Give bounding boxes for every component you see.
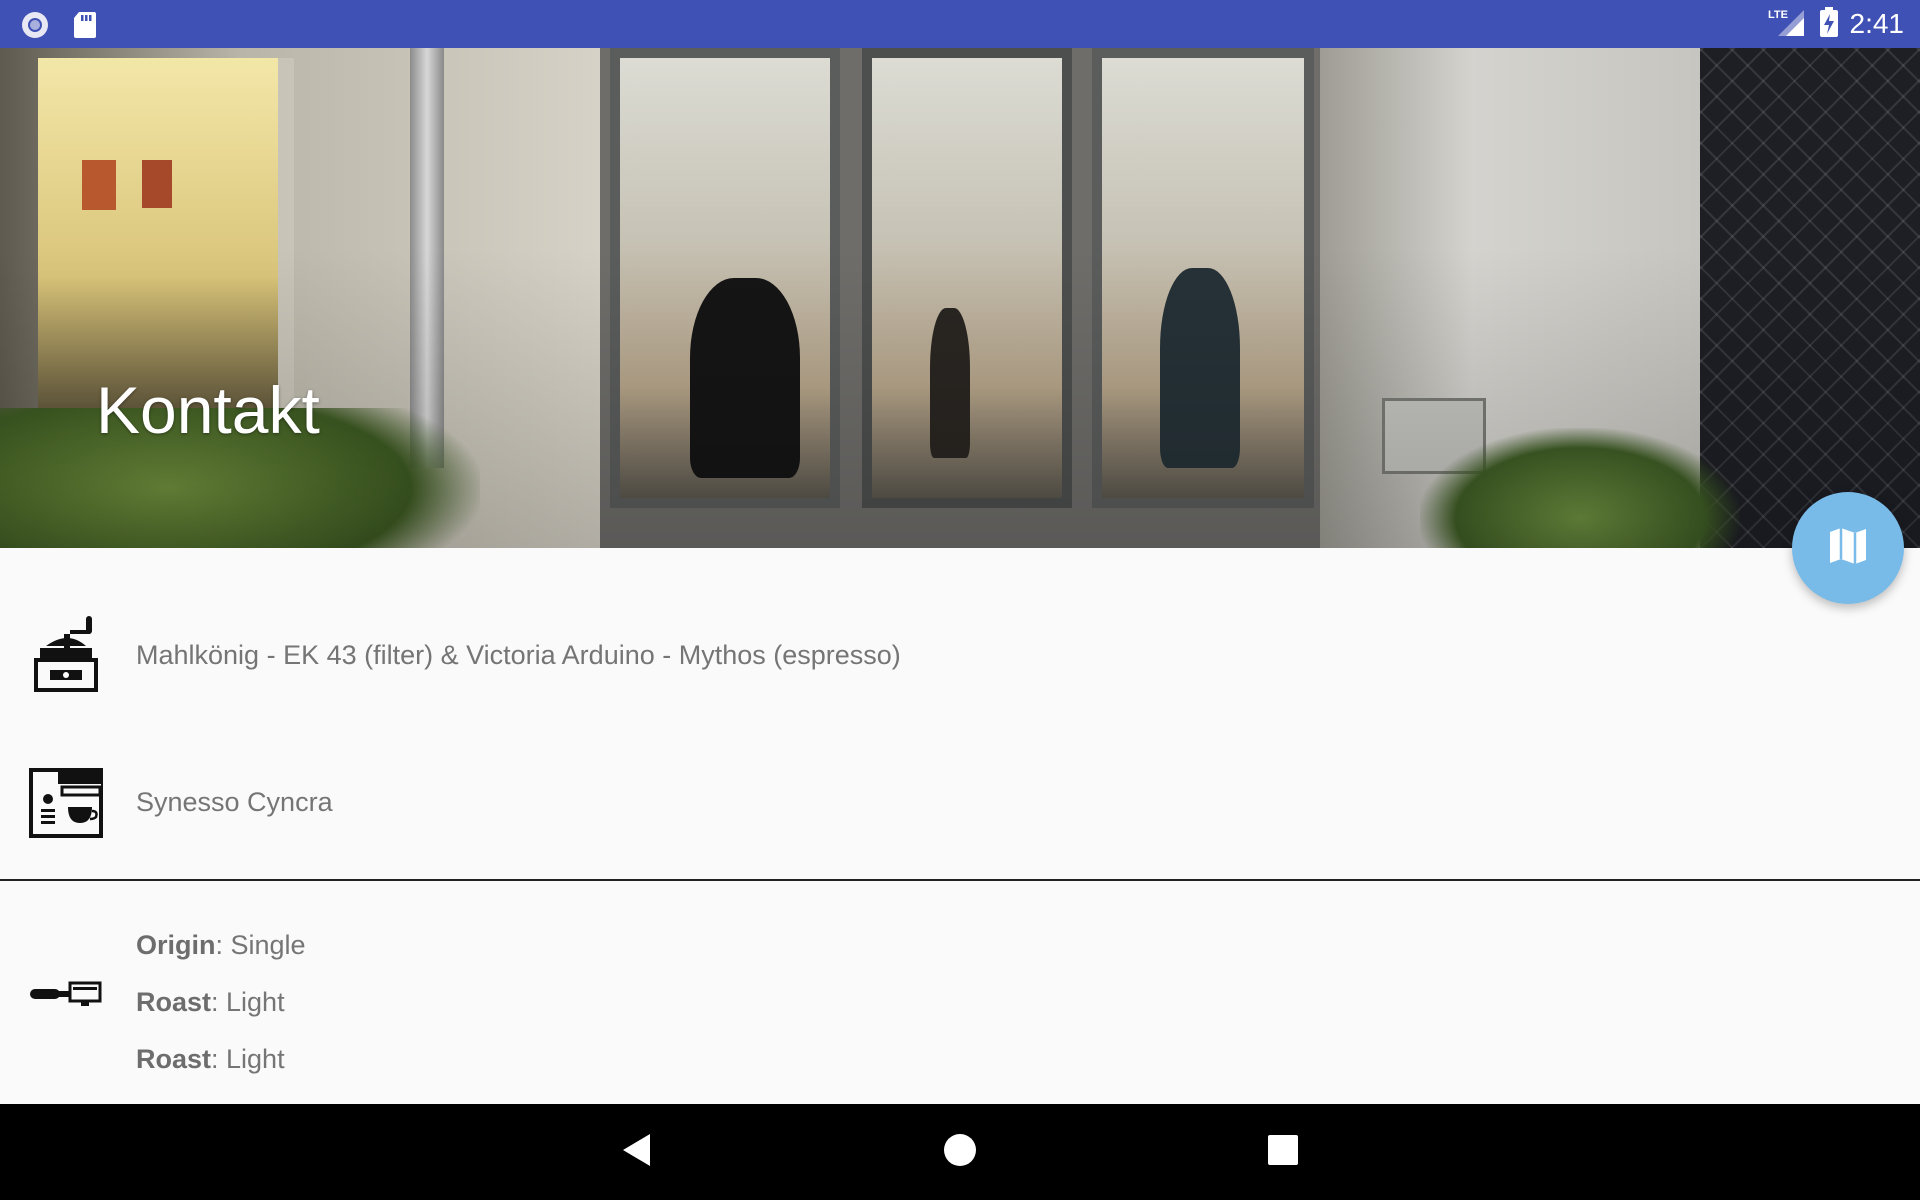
grinder-row: Mahlkönig - EK 43 (filter) & Victoria Ar… [0, 600, 1920, 710]
network-type-label: LTE [1768, 9, 1788, 21]
property-value: : Single [215, 930, 306, 960]
property-label: Roast [136, 987, 212, 1017]
portafilter-icon [28, 980, 104, 1015]
back-icon [620, 1132, 654, 1173]
battery-charging-icon [1818, 6, 1840, 43]
page-title: Kontakt [96, 373, 320, 447]
property-label: Origin [136, 930, 216, 960]
property-value: : Light [211, 1044, 285, 1074]
back-button[interactable] [600, 1104, 674, 1200]
status-bar: LTE 2:41 [0, 0, 1920, 48]
recents-button[interactable] [1246, 1104, 1320, 1200]
clock: 2:41 [1849, 8, 1905, 39]
recents-icon [1267, 1134, 1299, 1171]
assistant-notification-icon [20, 10, 50, 45]
property-line: Roast: Light [136, 1044, 285, 1075]
grinder-text: Mahlkönig - EK 43 (filter) & Victoria Ar… [136, 640, 901, 670]
section-divider [0, 879, 1920, 881]
property-line: Roast: Light [136, 987, 285, 1018]
coffee-grinder-icon [28, 616, 100, 699]
sd-card-icon [72, 10, 98, 45]
machine-row: Synesso Cyncra [0, 755, 1920, 855]
header-image [0, 48, 1920, 548]
property-line: Origin: Single [136, 930, 306, 961]
home-icon [943, 1133, 977, 1172]
property-value: : Light [211, 987, 285, 1017]
navigation-bar [0, 1104, 1920, 1200]
beans-row: Origin: Single Roast: Light Roast: Light [0, 900, 1920, 1100]
machine-text: Synesso Cyncra [136, 787, 333, 817]
espresso-machine-icon [28, 767, 104, 844]
property-label: Roast [136, 1044, 212, 1074]
home-button[interactable] [922, 1104, 998, 1200]
map-button[interactable] [1792, 492, 1904, 604]
map-icon [1826, 524, 1870, 573]
lte-signal-icon: LTE [1768, 6, 1808, 43]
